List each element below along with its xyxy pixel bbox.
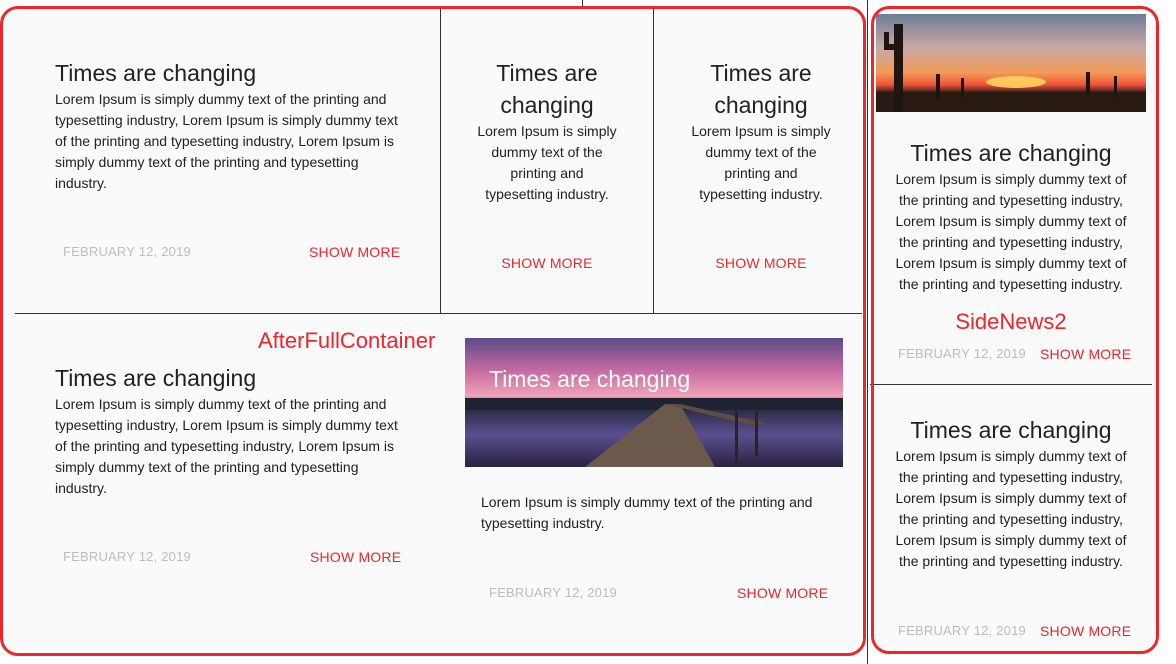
after-full-container-frame — [0, 6, 866, 656]
side-news-frame — [871, 6, 1159, 654]
